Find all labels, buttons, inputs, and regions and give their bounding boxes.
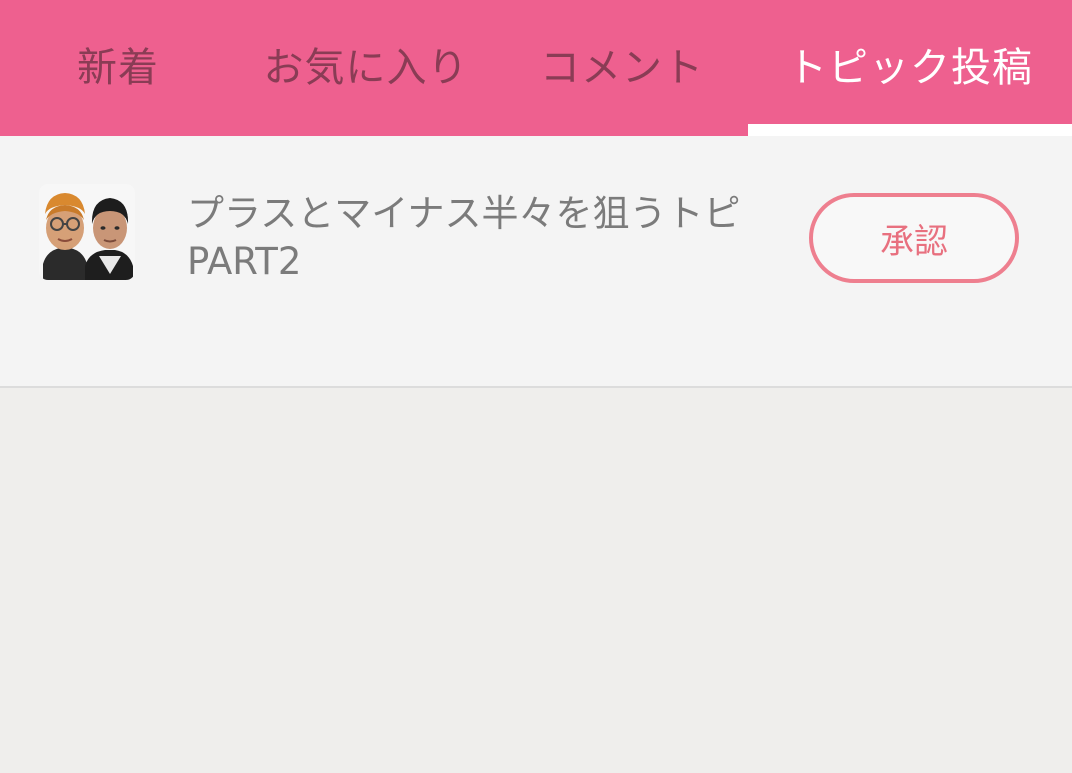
tab-comments-label: コメント <box>540 45 704 91</box>
tab-new[interactable]: 新着 <box>0 0 236 136</box>
topic-thumbnail-photo-icon <box>39 184 135 280</box>
approve-button[interactable]: 承認 <box>809 193 1019 283</box>
topic-list-item[interactable]: プラスとマイナス半々を狙うトピ PART2 承認 <box>0 136 1072 388</box>
active-tab-indicator <box>748 124 1072 136</box>
tab-topic-posts[interactable]: トピック投稿 <box>748 0 1072 136</box>
topic-title[interactable]: プラスとマイナス半々を狙うトピ PART2 <box>187 190 787 286</box>
tab-topic-posts-label: トピック投稿 <box>787 45 1033 91</box>
tab-favorites-label: お気に入り <box>263 45 469 91</box>
tab-new-label: 新着 <box>77 45 159 91</box>
topic-thumbnail <box>39 184 135 280</box>
tab-favorites[interactable]: お気に入り <box>236 0 496 136</box>
tab-comments[interactable]: コメント <box>496 0 748 136</box>
tab-bar: 新着 お気に入り コメント トピック投稿 <box>0 0 1072 136</box>
